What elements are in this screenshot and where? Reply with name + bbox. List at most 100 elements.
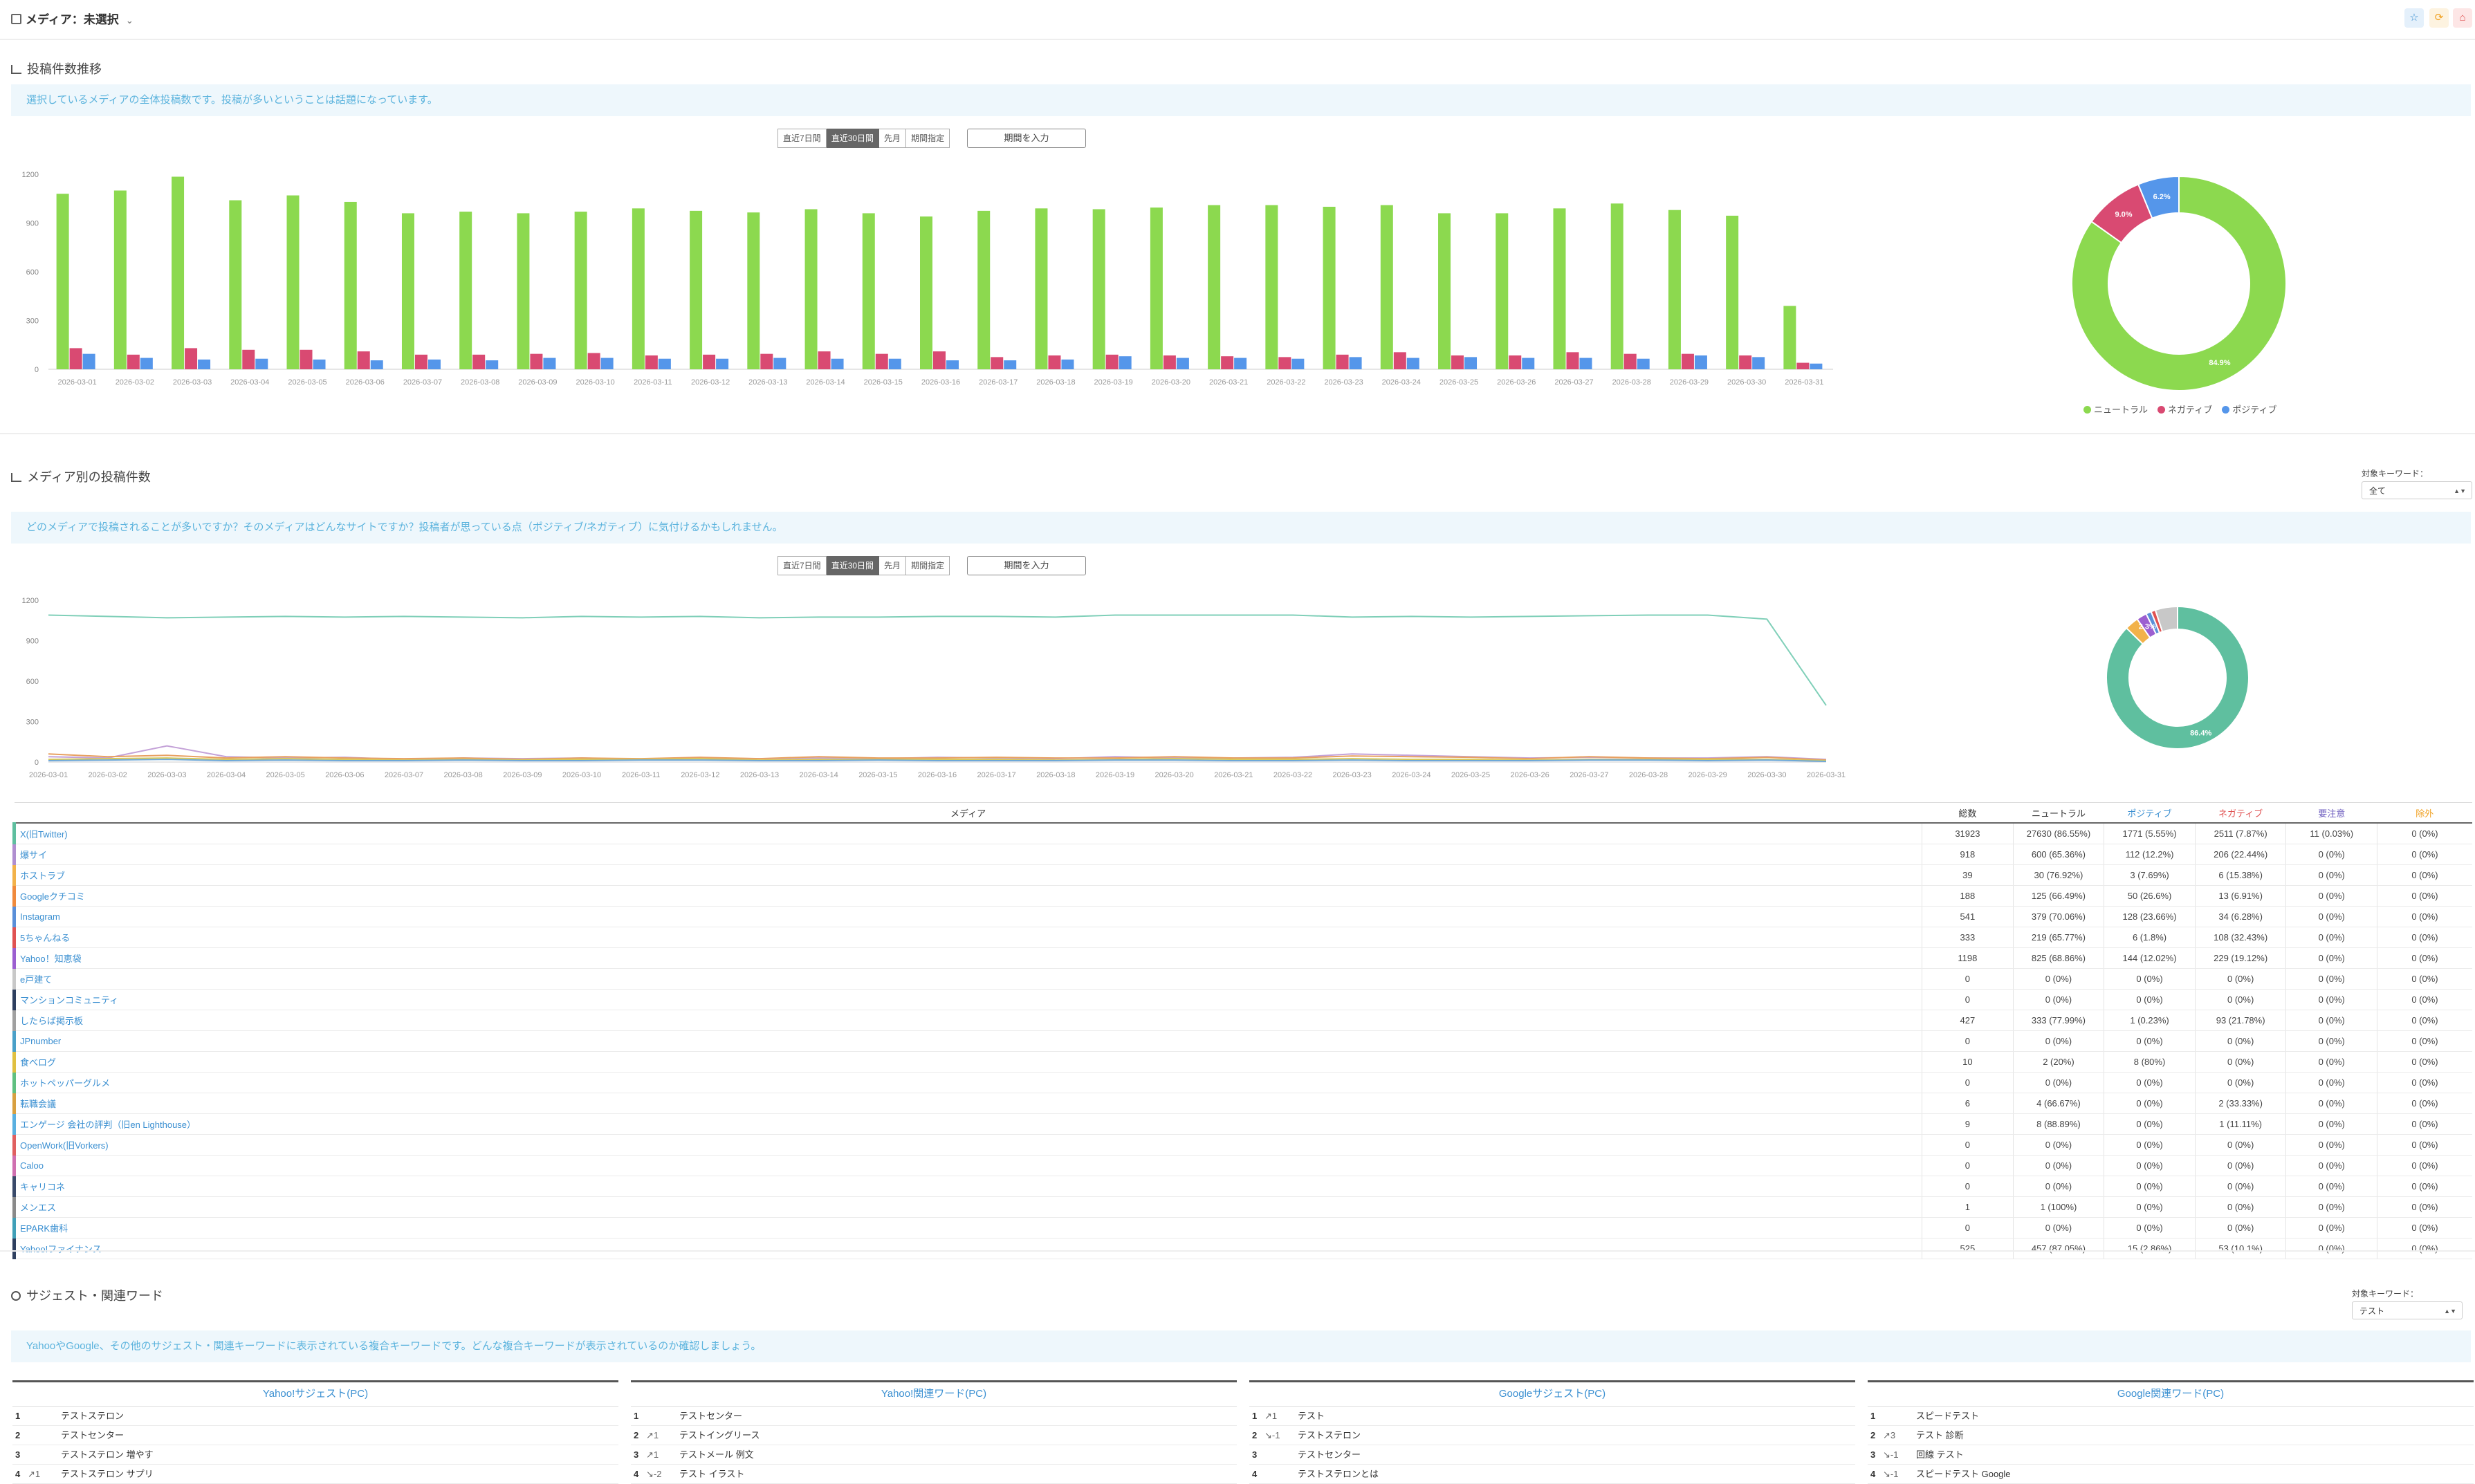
media-name-link[interactable]: メンエス: [12, 1196, 1922, 1218]
bar: [818, 351, 831, 369]
media-name-link[interactable]: ホストラブ: [12, 864, 1922, 886]
x-tick-label: 2026-03-14: [800, 771, 838, 779]
suggest-keyword: テスト: [1298, 1411, 1325, 1421]
suggest-row[interactable]: 1 テストステロン: [12, 1407, 618, 1426]
x-tick-label: 2026-03-27: [1570, 771, 1608, 779]
suggest-row[interactable]: 3 テストステロン 増やす: [12, 1445, 618, 1465]
media-name-link[interactable]: 転職会議: [12, 1093, 1922, 1114]
media-name-link[interactable]: 5ちゃんねる: [12, 927, 1922, 948]
range-30days-button[interactable]: 直近30日間: [826, 129, 880, 148]
media-selector[interactable]: メディア：未選択 ⌄: [11, 10, 134, 27]
table-row: X(旧Twitter) 31923 27630 (86.55%) 1771 (5.55…: [12, 823, 2472, 844]
suggest-row[interactable]: 1 テストセンター: [631, 1407, 1237, 1426]
excluded-cell: 0 (0%): [2377, 885, 2472, 907]
media-name-link[interactable]: EPARK歯科: [12, 1217, 1922, 1239]
bar: [472, 354, 486, 369]
range-30days-button[interactable]: 直近30日間: [826, 556, 880, 575]
period-input-1[interactable]: 期間を入力: [967, 129, 1086, 148]
range-custom-button[interactable]: 期間指定: [906, 129, 950, 148]
sentiment-legend: ニュートラル ネガティブ ポジティブ: [2083, 402, 2276, 416]
media-name-link[interactable]: 爆サイ: [12, 844, 1922, 865]
col-negative: ネガティブ: [2195, 802, 2286, 824]
bar: [1681, 353, 1694, 369]
bar: [1393, 352, 1406, 369]
home-button[interactable]: ⌂: [2453, 8, 2472, 28]
media-name-link[interactable]: Googleクチコミ: [12, 885, 1922, 907]
range-custom-button[interactable]: 期間指定: [906, 556, 950, 575]
suggest-row[interactable]: 4 ↘-1 スピードテスト Google: [1868, 1465, 2474, 1484]
attention-cell: 0 (0%): [2285, 1030, 2377, 1052]
suggest-row[interactable]: 1 スピードテスト: [1868, 1407, 2474, 1426]
media-name-link[interactable]: したらば掲示板: [12, 1010, 1922, 1031]
x-tick-label: 2026-03-09: [503, 771, 542, 779]
suggest-rank-change: ↘-1: [1883, 1449, 1899, 1460]
legend-negative-dot: [2157, 406, 2166, 414]
negative-cell: 0 (0%): [2194, 1134, 2286, 1156]
range-7days-button[interactable]: 直近7日間: [778, 556, 827, 575]
range-button-group-2: 直近7日間 直近30日間 先月 期間指定: [778, 556, 950, 575]
suggest-panel: Yahoo!サジェスト(PC) 1 テストステロン 2 テストセンター 3 テストステロン …: [12, 1380, 618, 1484]
media-name-link[interactable]: 食べログ: [12, 1051, 1922, 1073]
x-tick-label: 2026-03-13: [740, 771, 779, 779]
suggest-row[interactable]: 4 テストステロンとは: [1249, 1465, 1855, 1484]
suggest-keyword: テストステロン: [1298, 1430, 1361, 1440]
neutral-cell: 2 (20%): [2012, 1051, 2104, 1073]
suggest-panel-title: Google関連ワード(PC): [1868, 1380, 2474, 1407]
table-row: OpenWork(旧Vorkers) 0 0 (0%) 0 (0%) 0 (0%) 0 (…: [12, 1134, 2472, 1156]
bar: [991, 357, 1004, 369]
table-row: 食べログ 10 2 (20%) 8 (80%) 0 (0%) 0 (0%) 0 (0%): [12, 1051, 2472, 1073]
x-tick-label: 2026-03-03: [173, 378, 212, 387]
media-name-link[interactable]: X(旧Twitter): [12, 823, 1922, 844]
range-lastmonth-button[interactable]: 先月: [879, 129, 907, 148]
suggest-row[interactable]: 2 ↘-1 テストステロン: [1249, 1426, 1855, 1445]
x-tick-label: 2026-03-24: [1382, 378, 1421, 387]
media-name-link[interactable]: OpenWork(旧Vorkers): [12, 1134, 1922, 1156]
media-name-link[interactable]: e戸建て: [12, 968, 1922, 990]
suggest-panel: Google関連ワード(PC) 1 スピードテスト 2 ↗3 テスト 診断 3 ↘-1 回線 テ…: [1868, 1380, 2474, 1484]
suggest-panel-title: Yahoo!サジェスト(PC): [12, 1380, 618, 1407]
keyword-select-3-value: テスト: [2359, 1306, 2385, 1316]
suggest-row[interactable]: 3 テストセンター: [1249, 1445, 1855, 1465]
media-name-link[interactable]: キャリコネ: [12, 1176, 1922, 1197]
suggest-rank: 3: [1870, 1449, 1876, 1460]
neutral-cell: 825 (68.86%): [2012, 947, 2104, 969]
excluded-cell: 0 (0%): [2377, 989, 2472, 1010]
media-name-link[interactable]: Yahoo!ファイナンス: [12, 1238, 1922, 1259]
suggest-keyword: テストステロン 増やす: [61, 1449, 154, 1460]
media-name-link[interactable]: マンションコミュニティ: [12, 989, 1922, 1010]
favorite-button[interactable]: ☆: [2404, 8, 2424, 28]
suggest-row[interactable]: 2 テストセンター: [12, 1426, 618, 1445]
excluded-cell: 0 (0%): [2377, 823, 2472, 844]
suggest-row[interactable]: 3 ↗1 テストメール 例文: [631, 1445, 1237, 1465]
excluded-cell: 0 (0%): [2377, 947, 2472, 969]
suggest-row[interactable]: 2 ↗1 テストイングリース: [631, 1426, 1237, 1445]
negative-cell: 0 (0%): [2194, 1030, 2286, 1052]
x-tick-label: 2026-03-31: [1807, 771, 1846, 779]
post-count-bar-chart: 0 300 600 900 1200 2026-03-01 2026-03-02 2026-0…: [22, 171, 1833, 387]
attention-cell: 0 (0%): [2285, 1093, 2377, 1114]
suggest-row[interactable]: 3 ↘-1 回線 テスト: [1868, 1445, 2474, 1465]
range-lastmonth-button[interactable]: 先月: [879, 556, 907, 575]
bar: [56, 194, 69, 369]
keyword-select-2[interactable]: 全て ▲▼: [2362, 481, 2472, 499]
media-name-link[interactable]: Caloo: [12, 1155, 1922, 1176]
x-tick-label: 2026-03-19: [1096, 771, 1134, 779]
media-name-link[interactable]: エンゲージ 会社の評判（旧en Lighthouse）: [12, 1113, 1922, 1135]
bar: [933, 351, 946, 369]
suggest-rank-change: ↗1: [646, 1449, 659, 1460]
media-name-link[interactable]: JPnumber: [12, 1030, 1922, 1052]
suggest-row[interactable]: 4 ↘-2 テスト イラスト: [631, 1465, 1237, 1484]
media-name-link[interactable]: ホットペッパーグルメ: [12, 1072, 1922, 1093]
keyword-select-3[interactable]: テスト ▲▼: [2352, 1301, 2463, 1319]
media-name-link[interactable]: Yahoo！知恵袋: [12, 947, 1922, 969]
suggest-row[interactable]: 1 ↗1 テスト: [1249, 1407, 1855, 1426]
suggest-row[interactable]: 2 ↗3 テスト 診断: [1868, 1426, 2474, 1445]
range-7days-button[interactable]: 直近7日間: [778, 129, 827, 148]
x-tick-label: 2026-03-10: [576, 378, 615, 387]
bar: [946, 360, 959, 369]
refresh-button[interactable]: ⟳: [2429, 8, 2449, 28]
bar: [1004, 360, 1017, 369]
media-name-link[interactable]: Instagram: [12, 906, 1922, 927]
suggest-row[interactable]: 4 ↗1 テストステロン サプリ: [12, 1465, 618, 1484]
period-input-2[interactable]: 期間を入力: [967, 556, 1086, 575]
